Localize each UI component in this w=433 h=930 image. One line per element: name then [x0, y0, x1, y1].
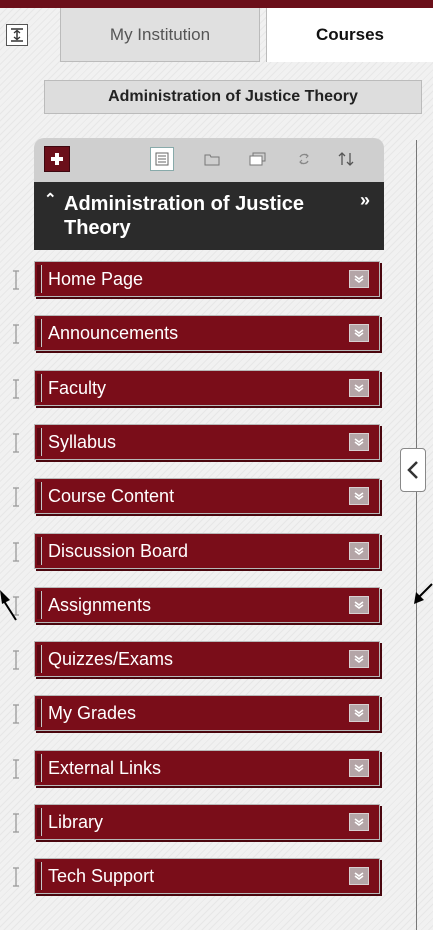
item-options-chevron-icon[interactable]: [349, 596, 369, 614]
menu-link-button[interactable]: External Links: [34, 750, 380, 786]
drag-handle-icon[interactable]: [4, 376, 28, 402]
drag-handle-icon[interactable]: [4, 701, 28, 727]
menu-item-edge: [37, 645, 42, 673]
menu-item-edge: [37, 699, 42, 727]
drag-handle-icon[interactable]: [4, 810, 28, 836]
menu-item-label: Faculty: [48, 377, 107, 398]
add-menu-item-icon[interactable]: [44, 146, 70, 172]
tab-my-institution[interactable]: My Institution: [60, 8, 260, 62]
reorder-icon[interactable]: [334, 147, 358, 171]
course-menu-item[interactable]: Discussion Board: [0, 533, 384, 571]
menu-item-label: External Links: [48, 757, 162, 778]
menu-item-edge: [37, 265, 42, 293]
menu-link-button[interactable]: Course Content: [34, 478, 380, 514]
drag-handle-icon[interactable]: [4, 864, 28, 890]
menu-item-edge: [37, 808, 42, 836]
course-menu-item[interactable]: External Links: [0, 750, 384, 788]
menu-item-label: Syllabus: [48, 431, 117, 452]
expand-double-chevron-icon[interactable]: »: [360, 190, 370, 211]
item-options-chevron-icon[interactable]: [349, 542, 369, 560]
course-menu-item[interactable]: Quizzes/Exams: [0, 641, 384, 679]
drag-handle-icon[interactable]: [4, 430, 28, 456]
menu-link-button[interactable]: Home Page: [34, 261, 380, 297]
course-menu-header[interactable]: ⌃ Administration of Justice Theory »: [34, 182, 384, 250]
item-options-chevron-icon[interactable]: [349, 759, 369, 777]
menu-item-label: Home Page: [48, 268, 144, 289]
menu-item-edge: [37, 591, 42, 619]
course-menu-panel: ⌃ Administration of Justice Theory »: [34, 138, 384, 250]
menu-item-edge: [37, 862, 42, 890]
drag-handle-icon[interactable]: [4, 321, 28, 347]
item-options-chevron-icon[interactable]: [349, 379, 369, 397]
course-title-banner[interactable]: Administration of Justice Theory: [44, 80, 422, 114]
refresh-icon[interactable]: [292, 147, 316, 171]
panel-divider: [416, 140, 417, 930]
course-menu-item[interactable]: Tech Support: [0, 858, 384, 896]
list-view-icon[interactable]: [150, 147, 174, 171]
drag-handle-icon[interactable]: [4, 267, 28, 293]
menu-link-button[interactable]: My Grades: [34, 695, 380, 731]
menu-item-edge: [37, 482, 42, 510]
menu-item-edge: [37, 537, 42, 565]
folder-view-icon[interactable]: [200, 147, 224, 171]
drag-handle-icon[interactable]: [4, 539, 28, 565]
item-options-chevron-icon[interactable]: [349, 433, 369, 451]
tab-courses[interactable]: Courses: [266, 8, 433, 62]
menu-link-button[interactable]: Faculty: [34, 370, 380, 406]
item-options-chevron-icon[interactable]: [349, 867, 369, 885]
menu-item-edge: [37, 374, 42, 402]
course-menu-item[interactable]: Library: [0, 804, 384, 842]
item-options-chevron-icon[interactable]: [349, 650, 369, 668]
item-options-chevron-icon[interactable]: [349, 704, 369, 722]
menu-item-label: My Grades: [48, 702, 137, 723]
course-menu-item[interactable]: Course Content: [0, 478, 384, 516]
menu-item-label: Course Content: [48, 485, 175, 506]
menu-item-label: Announcements: [48, 322, 179, 343]
menu-item-label: Library: [48, 811, 104, 832]
collapse-menu-button[interactable]: [400, 448, 426, 492]
top-brand-strip: [0, 0, 433, 8]
menu-item-edge: [37, 319, 42, 347]
menu-link-button[interactable]: Announcements: [34, 315, 380, 351]
pointer-arrow-right-icon: [414, 583, 433, 604]
menu-link-button[interactable]: Assignments: [34, 587, 380, 623]
panel-toggle-icon[interactable]: [6, 24, 28, 46]
menu-item-edge: [37, 428, 42, 456]
menu-item-label: Tech Support: [48, 865, 155, 886]
drag-handle-icon[interactable]: [4, 647, 28, 673]
course-menu-item[interactable]: Assignments: [0, 587, 384, 625]
pointer-arrow-left-icon: [0, 590, 17, 621]
menu-item-label: Quizzes/Exams: [48, 648, 174, 669]
menu-link-button[interactable]: Syllabus: [34, 424, 380, 460]
menu-link-button[interactable]: Tech Support: [34, 858, 380, 894]
course-menu-title[interactable]: Administration of Justice Theory: [64, 192, 324, 240]
item-options-chevron-icon[interactable]: [349, 270, 369, 288]
course-menu-item[interactable]: Faculty: [0, 370, 384, 408]
course-menu-item[interactable]: Announcements: [0, 315, 384, 353]
menu-item-label: Assignments: [48, 594, 152, 615]
item-options-chevron-icon[interactable]: [349, 487, 369, 505]
drag-handle-icon[interactable]: [4, 484, 28, 510]
course-menu-toolbar: [34, 138, 384, 182]
menu-link-button[interactable]: Discussion Board: [34, 533, 380, 569]
course-menu-item[interactable]: Syllabus: [0, 424, 384, 462]
menu-link-button[interactable]: Library: [34, 804, 380, 840]
course-menu-item[interactable]: Home Page: [0, 261, 384, 299]
item-options-chevron-icon[interactable]: [349, 324, 369, 342]
top-tab-bar: My Institution Courses: [0, 0, 433, 64]
menu-item-label: Discussion Board: [48, 540, 189, 561]
drag-handle-icon[interactable]: [4, 756, 28, 782]
course-menu-item[interactable]: My Grades: [0, 695, 384, 733]
collapse-up-icon[interactable]: ⌃: [44, 190, 57, 208]
item-options-chevron-icon[interactable]: [349, 813, 369, 831]
menu-link-button[interactable]: Quizzes/Exams: [34, 641, 380, 677]
chevron-left-icon: [407, 461, 418, 479]
open-window-icon[interactable]: [246, 147, 270, 171]
menu-item-edge: [37, 754, 42, 782]
